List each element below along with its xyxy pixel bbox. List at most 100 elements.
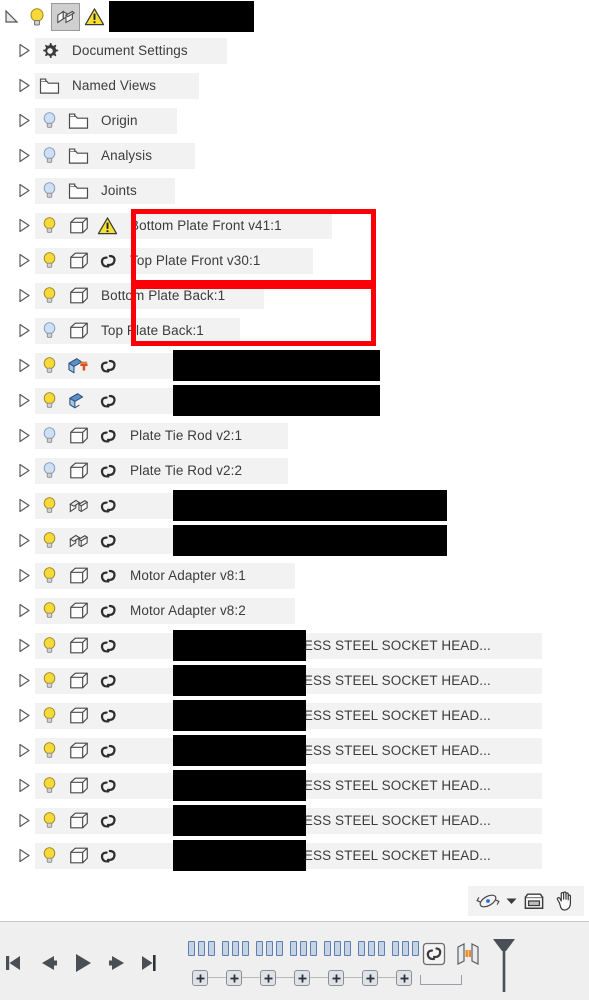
- expand-triangle-icon[interactable]: [13, 313, 35, 348]
- visibility-bulb-icon[interactable]: [35, 317, 64, 344]
- expand-triangle-icon[interactable]: [13, 33, 35, 68]
- visibility-bulb-icon[interactable]: [35, 702, 64, 729]
- expand-triangle-icon[interactable]: [13, 488, 35, 523]
- timeline-feature-group[interactable]: [188, 941, 215, 956]
- chevron-down-icon[interactable]: [503, 888, 519, 914]
- timeline-feature-marker[interactable]: [378, 941, 385, 956]
- visibility-bulb-icon[interactable]: [35, 387, 64, 414]
- timeline-node[interactable]: [294, 970, 310, 986]
- joint-icon[interactable]: [455, 941, 481, 967]
- step-back-icon[interactable]: [37, 943, 63, 983]
- visibility-bulb-icon[interactable]: [35, 107, 64, 134]
- expand-triangle-icon[interactable]: [13, 698, 35, 733]
- timeline-feature-marker[interactable]: [300, 941, 307, 956]
- look-at-icon[interactable]: [519, 888, 549, 914]
- step-forward-icon[interactable]: [103, 943, 129, 983]
- tree-row[interactable]: Bottom Plate Front v41:1: [0, 208, 589, 243]
- timeline-feature-marker[interactable]: [276, 941, 283, 956]
- expand-triangle-icon[interactable]: [13, 803, 35, 838]
- pan-hand-icon[interactable]: [549, 888, 579, 914]
- expand-triangle-icon[interactable]: [13, 383, 35, 418]
- timeline-feature-group[interactable]: [290, 941, 317, 956]
- timeline-feature-marker[interactable]: [412, 941, 419, 956]
- expand-triangle-icon[interactable]: [13, 173, 35, 208]
- timeline-feature-marker[interactable]: [344, 941, 351, 956]
- visibility-bulb-icon[interactable]: [35, 352, 64, 379]
- expand-triangle-icon[interactable]: [13, 733, 35, 768]
- timeline-feature-marker[interactable]: [208, 941, 215, 956]
- timeline-feature-group[interactable]: [392, 941, 419, 956]
- tree-row[interactable]: Bottom Plate Back:1: [0, 278, 589, 313]
- skip-to-start-icon[interactable]: [4, 943, 30, 983]
- visibility-bulb-icon[interactable]: [35, 422, 64, 449]
- expand-triangle-icon[interactable]: [13, 453, 35, 488]
- timeline-feature-marker[interactable]: [290, 941, 297, 956]
- visibility-bulb-icon[interactable]: [35, 212, 64, 239]
- skip-to-end-icon[interactable]: [136, 943, 162, 983]
- timeline-node[interactable]: [396, 970, 412, 986]
- timeline-feature-marker[interactable]: [198, 941, 205, 956]
- tree-row[interactable]: Motor Adapter v8:1: [0, 558, 589, 593]
- visibility-bulb-icon[interactable]: [35, 282, 64, 309]
- timeline-feature-group[interactable]: [358, 941, 385, 956]
- expand-triangle-icon[interactable]: [13, 68, 35, 103]
- timeline-feature-group[interactable]: [256, 941, 283, 956]
- visibility-bulb-icon[interactable]: [35, 807, 64, 834]
- root-visibility-bulb-icon[interactable]: [22, 4, 51, 30]
- visibility-bulb-icon[interactable]: [35, 737, 64, 764]
- timeline-node[interactable]: [192, 970, 208, 986]
- tree-row[interactable]: Plate Tie Rod v2:2: [0, 453, 589, 488]
- timeline-feature-group[interactable]: [324, 941, 351, 956]
- tree-row[interactable]: Plate Tie Rod v2:1: [0, 418, 589, 453]
- browser-root-row[interactable]: [0, 0, 589, 33]
- orbit-icon[interactable]: [473, 888, 503, 914]
- expand-triangle-icon[interactable]: [13, 243, 35, 278]
- expand-triangle-icon[interactable]: [13, 593, 35, 628]
- visibility-bulb-icon[interactable]: [35, 527, 64, 554]
- tree-row[interactable]: Motor Adapter v8:2: [0, 593, 589, 628]
- timeline-node[interactable]: [328, 970, 344, 986]
- expand-triangle-icon[interactable]: [13, 278, 35, 313]
- timeline-feature-marker[interactable]: [324, 941, 331, 956]
- expand-triangle-icon[interactable]: [13, 768, 35, 803]
- root-assembly-component-icon[interactable]: [51, 2, 80, 31]
- expand-triangle-icon[interactable]: [13, 138, 35, 173]
- visibility-bulb-icon[interactable]: [35, 632, 64, 659]
- tree-row[interactable]: Joints: [0, 173, 589, 208]
- tree-row[interactable]: Top Plate Front v30:1: [0, 243, 589, 278]
- tree-row[interactable]: Document Settings: [0, 33, 589, 68]
- expand-triangle-icon[interactable]: [13, 838, 35, 873]
- timeline-feature-marker[interactable]: [392, 941, 399, 956]
- expand-triangle-icon[interactable]: [13, 628, 35, 663]
- visibility-bulb-icon[interactable]: [35, 842, 64, 869]
- visibility-bulb-icon[interactable]: [35, 492, 64, 519]
- expand-triangle-icon[interactable]: [13, 663, 35, 698]
- timeline-feature-group[interactable]: [222, 941, 249, 956]
- tree-row[interactable]: Named Views: [0, 68, 589, 103]
- visibility-bulb-icon[interactable]: [35, 457, 64, 484]
- timeline-node[interactable]: [260, 970, 276, 986]
- timeline-feature-marker[interactable]: [368, 941, 375, 956]
- link-icon[interactable]: [421, 941, 447, 967]
- timeline-node[interactable]: [362, 970, 378, 986]
- timeline-feature-marker[interactable]: [242, 941, 249, 956]
- end-marker-icon[interactable]: [490, 937, 518, 998]
- tree-row[interactable]: Top Plate Back:1: [0, 313, 589, 348]
- timeline-feature-marker[interactable]: [358, 941, 365, 956]
- timeline-feature-marker[interactable]: [188, 941, 195, 956]
- timeline-feature-marker[interactable]: [402, 941, 409, 956]
- play-icon[interactable]: [70, 943, 96, 983]
- collapse-triangle-icon[interactable]: [0, 0, 22, 34]
- visibility-bulb-icon[interactable]: [35, 142, 64, 169]
- timeline-feature-marker[interactable]: [256, 941, 263, 956]
- timeline-feature-marker[interactable]: [266, 941, 273, 956]
- expand-triangle-icon[interactable]: [13, 348, 35, 383]
- expand-triangle-icon[interactable]: [13, 418, 35, 453]
- visibility-bulb-icon[interactable]: [35, 597, 64, 624]
- timeline-feature-marker[interactable]: [334, 941, 341, 956]
- expand-triangle-icon[interactable]: [13, 208, 35, 243]
- timeline-track[interactable]: [180, 927, 589, 999]
- visibility-bulb-icon[interactable]: [35, 177, 64, 204]
- expand-triangle-icon[interactable]: [13, 523, 35, 558]
- timeline-feature-marker[interactable]: [222, 941, 229, 956]
